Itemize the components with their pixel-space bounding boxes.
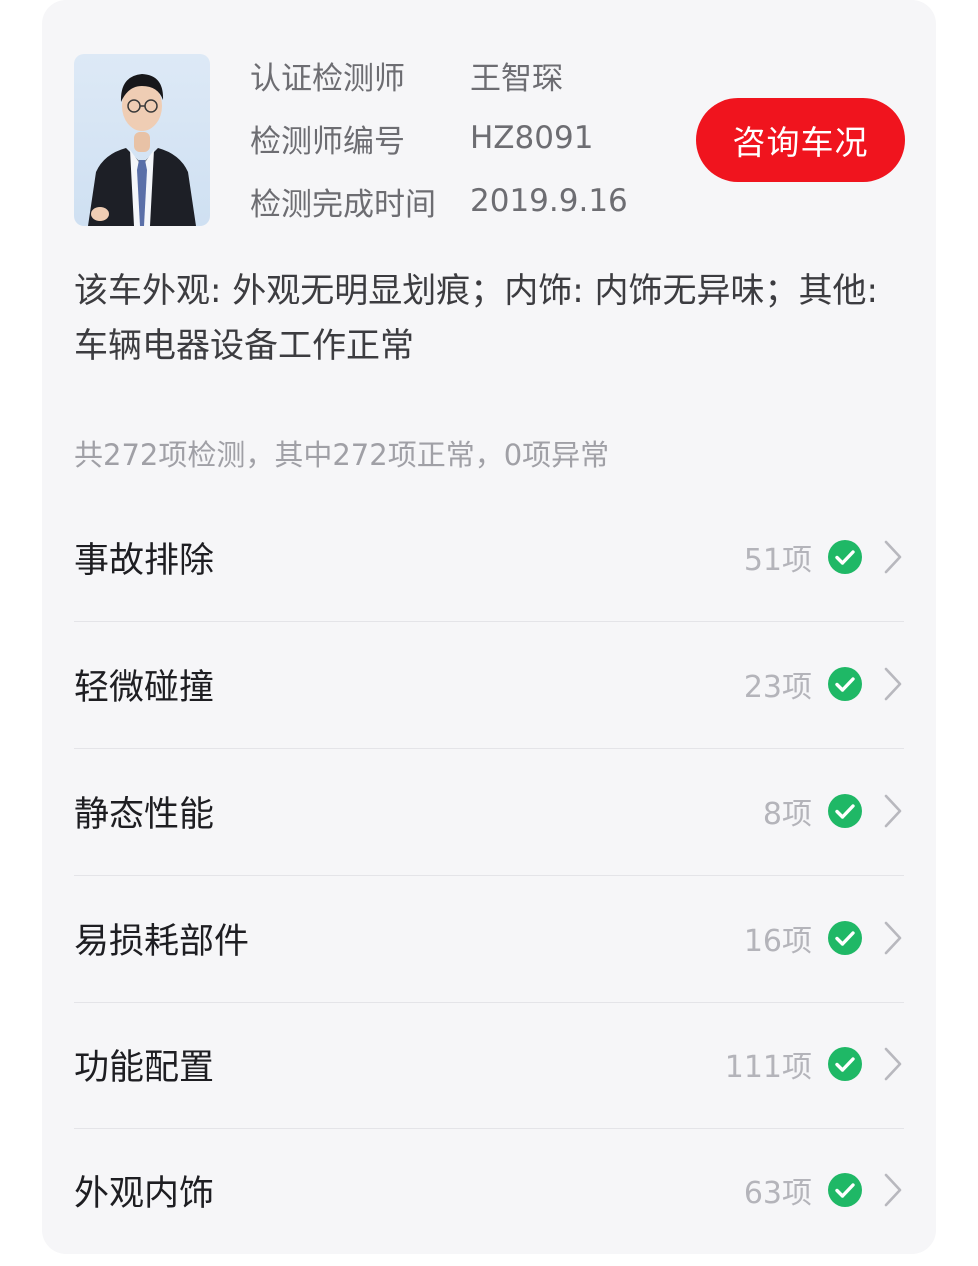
category-count: 8项 <box>762 797 812 832</box>
inspector-photo <box>74 54 210 226</box>
category-row[interactable]: 外观内饰 63项 <box>74 1127 904 1253</box>
category-name: 易损耗部件 <box>74 921 250 962</box>
check-circle-icon <box>828 921 862 955</box>
category-row[interactable]: 易损耗部件 16项 <box>74 875 904 1001</box>
category-row[interactable]: 事故排除 51项 <box>74 494 904 620</box>
category-name: 事故排除 <box>74 540 215 581</box>
category-name: 外观内饰 <box>74 1173 215 1214</box>
category-count: 23项 <box>743 670 812 705</box>
category-row[interactable]: 轻微碰撞 23项 <box>74 621 904 747</box>
chevron-right-icon[interactable] <box>882 1172 904 1208</box>
category-count: 51项 <box>743 543 812 578</box>
check-circle-icon <box>828 540 862 574</box>
inspector-portrait-icon <box>88 74 196 226</box>
category-name: 功能配置 <box>74 1047 215 1088</box>
inspection-date-value: 2019.9.16 <box>470 183 628 219</box>
check-circle-icon <box>828 1047 862 1081</box>
check-circle-icon <box>828 667 862 701</box>
chevron-right-icon[interactable] <box>882 666 904 702</box>
consult-car-condition-button[interactable]: 咨询车况 <box>696 98 905 182</box>
check-circle-icon <box>828 1173 862 1207</box>
inspector-id-value: HZ8091 <box>470 120 594 156</box>
inspector-name-row: 认证检测师 王智琛 <box>250 55 563 97</box>
inspection-card: 认证检测师 王智琛 检测师编号 HZ8091 检测完成时间 2019.9.16 … <box>42 0 936 1254</box>
inspector-name-label: 认证检测师 <box>250 60 405 97</box>
inspector-id-label: 检测师编号 <box>250 123 405 160</box>
chevron-right-icon[interactable] <box>882 539 904 575</box>
chevron-right-icon[interactable] <box>882 920 904 956</box>
category-count: 63项 <box>743 1176 812 1211</box>
category-count: 111项 <box>724 1050 812 1085</box>
inspection-date-label: 检测完成时间 <box>250 186 436 223</box>
inspection-stats: 共272项检测，其中272项正常，0项异常 <box>74 438 610 472</box>
chevron-right-icon[interactable] <box>882 1046 904 1082</box>
category-row[interactable]: 静态性能 8项 <box>74 748 904 874</box>
check-circle-icon <box>828 794 862 828</box>
inspection-summary: 该车外观: 外观无明显划痕；内饰: 内饰无异味；其他: 车辆电器设备工作正常 <box>74 271 878 366</box>
category-row[interactable]: 功能配置 111项 <box>74 1001 904 1127</box>
inspector-id-row: 检测师编号 HZ8091 <box>250 118 594 160</box>
category-name: 轻微碰撞 <box>74 667 215 708</box>
inspector-name-value: 王智琛 <box>470 60 563 97</box>
inspection-date-row: 检测完成时间 2019.9.16 <box>250 181 628 223</box>
category-name: 静态性能 <box>74 794 215 835</box>
chevron-right-icon[interactable] <box>882 793 904 829</box>
category-count: 16项 <box>743 924 812 959</box>
